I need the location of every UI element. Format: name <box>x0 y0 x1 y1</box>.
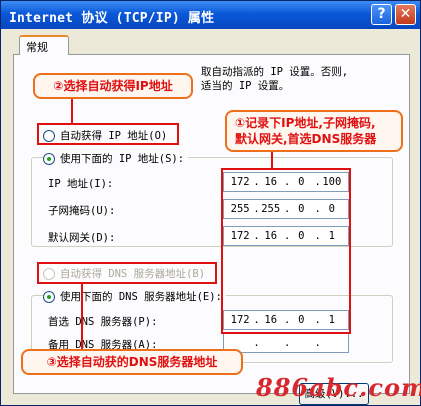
window-title: Internet 协议 (TCP/IP) 属性 <box>9 11 215 26</box>
manual-ip-radio-row[interactable]: 使用下面的 IP 地址(S): <box>43 151 189 166</box>
subnet-mask-label: 子网掩码(U): <box>48 205 116 217</box>
highlight-ip-values <box>221 168 351 334</box>
callout-1-line-1: ①记录下IP地址,子网掩码, <box>235 116 376 130</box>
callout-3-text: ③选择自动获的DNS服务器地址 <box>46 355 218 369</box>
close-button[interactable]: ✕ <box>395 4 416 25</box>
callout-3: ③选择自动获的DNS服务器地址 <box>21 349 243 375</box>
manual-dns-label: 使用下面的 DNS 服务器地址(E): <box>60 291 222 303</box>
ip-address-label: IP 地址(I): <box>48 178 114 190</box>
close-icon: ✕ <box>399 6 412 22</box>
callout-2: ②选择自动获得IP地址 <box>33 73 193 99</box>
manual-ip-label: 使用下面的 IP 地址(S): <box>60 153 185 165</box>
site-watermark: 886abc.com <box>256 373 421 402</box>
highlight-auto-ip <box>37 123 179 145</box>
help-button[interactable]: ? <box>371 4 392 25</box>
tab-general[interactable]: 常规 <box>19 35 69 55</box>
intro-line-2: 适当的 IP 设置。 <box>201 80 290 92</box>
callout-2-text: ②选择自动获得IP地址 <box>53 79 173 93</box>
callout-3-pointer <box>81 283 83 351</box>
manual-dns-radio-row[interactable]: 使用下面的 DNS 服务器地址(E): <box>43 289 226 304</box>
callout-1-line-2: 默认网关,首选DNS服务器 <box>235 132 377 146</box>
manual-ip-radio[interactable] <box>43 152 55 165</box>
intro-text: 取自动指派的 IP 设置。否则, 适当的 IP 设置。 <box>201 65 401 93</box>
tcpip-properties-dialog: Internet 协议 (TCP/IP) 属性 ? ✕ 常规 取自动指派的 IP… <box>0 0 421 406</box>
watermark-text: 886abc.com <box>256 373 421 402</box>
intro-line-1: 取自动指派的 IP 设置。否则, <box>201 66 349 78</box>
question-icon: ? <box>377 6 386 22</box>
alternate-dns-input[interactable]: . . . <box>223 333 349 353</box>
title-bar[interactable]: Internet 协议 (TCP/IP) 属性 <box>1 1 420 29</box>
default-gateway-label: 默认网关(D): <box>48 232 116 244</box>
highlight-auto-dns <box>37 262 217 284</box>
preferred-dns-label: 首选 DNS 服务器(P): <box>48 316 158 328</box>
tab-general-label: 常规 <box>26 41 48 54</box>
manual-dns-radio[interactable] <box>43 290 55 303</box>
callout-1: ①记录下IP地址,子网掩码, 默认网关,首选DNS服务器 <box>225 110 403 152</box>
